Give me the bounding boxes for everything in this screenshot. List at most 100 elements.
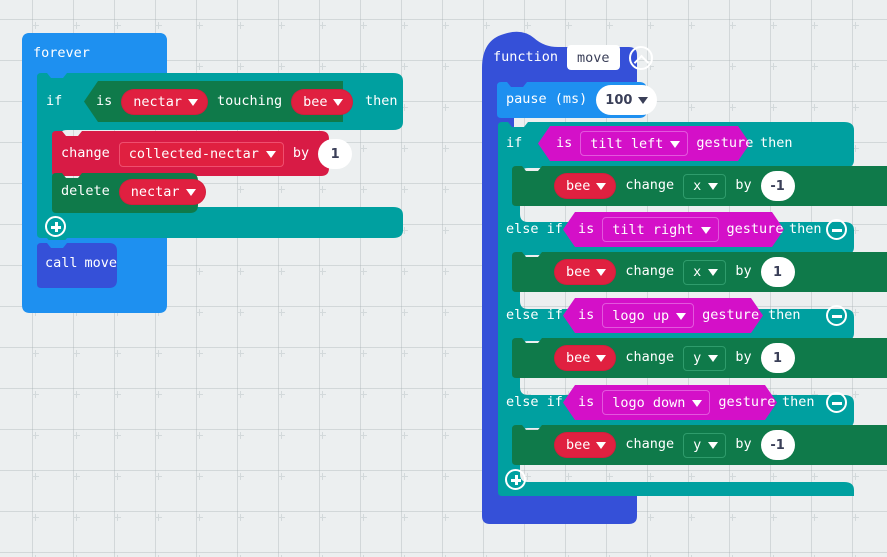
grid-marker	[114, 350, 121, 357]
gesture-dropdown-3[interactable]: logo up	[602, 303, 695, 328]
grid-marker	[155, 391, 162, 398]
grid-marker	[155, 22, 162, 29]
gesture-dropdown-1[interactable]: tilt left	[580, 131, 689, 156]
sprite-dropdown-bee[interactable]: bee	[291, 89, 354, 115]
function-name-field[interactable]: move	[567, 45, 620, 70]
property-dropdown-3[interactable]: y	[683, 345, 727, 371]
change-label-4: change	[625, 436, 675, 453]
change-variable-contents: change collected-nectar by 1	[61, 139, 353, 169]
grid-marker	[401, 350, 408, 357]
grid-marker	[401, 268, 408, 275]
grid-marker	[319, 309, 326, 316]
change-amount-input-2[interactable]: 1	[760, 257, 795, 287]
sprite-dropdown-bee-3[interactable]: bee	[554, 345, 617, 371]
remove-branch-button-4[interactable]	[826, 392, 847, 413]
grid-marker	[442, 473, 449, 480]
gesture-condition-1-contents: is tilt left gesture	[556, 131, 753, 156]
property-dropdown-2[interactable]: x	[683, 259, 727, 285]
grid-marker	[319, 268, 326, 275]
sprite-dropdown-bee-3-value: bee	[566, 350, 591, 366]
gesture-dropdown-1-value: tilt left	[590, 135, 664, 152]
grid-marker	[688, 63, 695, 70]
function-label: function	[493, 48, 559, 65]
pause-label: pause (ms)	[506, 91, 588, 108]
chevron-down-icon	[708, 442, 719, 449]
grid-marker	[73, 514, 80, 521]
variable-dropdown-collected-nectar[interactable]: collected-nectar	[118, 141, 284, 167]
chevron-down-icon	[596, 442, 607, 449]
grid-marker	[319, 391, 326, 398]
grid-marker	[442, 391, 449, 398]
if-label-1: if	[506, 135, 523, 151]
gesture-dropdown-3-value: logo up	[612, 307, 670, 324]
grid-marker	[73, 473, 80, 480]
change-property-1-contents: bee change x by -1	[554, 171, 795, 201]
grid-marker	[237, 63, 244, 70]
function-header-contents: function move	[493, 45, 653, 70]
is-label-1: is	[556, 134, 573, 151]
chevron-down-icon	[676, 312, 687, 320]
pause-duration-dropdown[interactable]: 100	[596, 85, 658, 115]
property-dropdown-1[interactable]: x	[683, 173, 727, 199]
then-label: then	[365, 93, 398, 109]
grid-marker	[114, 432, 121, 439]
grid-marker	[278, 514, 285, 521]
property-dropdown-1-value: x	[693, 178, 702, 194]
change-amount-input-3[interactable]: 1	[760, 343, 795, 373]
sprite-dropdown-bee-4[interactable]: bee	[554, 432, 617, 458]
gesture-dropdown-4-value: logo down	[612, 394, 686, 411]
is-label: is	[96, 93, 113, 110]
sprite-dropdown-bee-2[interactable]: bee	[554, 259, 617, 285]
remove-branch-button-3[interactable]	[826, 305, 847, 326]
change-label-2: change	[625, 263, 675, 280]
add-branch-button-right[interactable]	[505, 469, 526, 490]
change-amount-input[interactable]: 1	[318, 139, 353, 169]
sprite-dropdown-delete-value: nectar	[130, 184, 180, 200]
sprite-dropdown-bee-2-value: bee	[566, 264, 591, 280]
grid-marker	[319, 22, 326, 29]
grid-marker	[319, 63, 326, 70]
then-label-2: then	[789, 221, 822, 237]
call-label: call	[45, 255, 78, 271]
grid-marker	[155, 432, 162, 439]
change-amount-input-1[interactable]: -1	[760, 171, 795, 201]
gesture-label-4: gesture	[718, 393, 776, 410]
grid-marker	[401, 22, 408, 29]
grid-marker	[360, 268, 367, 275]
grid-marker	[196, 63, 203, 70]
grid-marker	[155, 514, 162, 521]
gesture-dropdown-2[interactable]: tilt right	[602, 217, 719, 242]
gesture-dropdown-4[interactable]: logo down	[602, 390, 711, 415]
gesture-condition-2-contents: is tilt right gesture	[578, 217, 783, 242]
by-label-2: by	[735, 263, 752, 280]
chevron-up-circle-icon[interactable]	[628, 45, 653, 70]
add-branch-button-left[interactable]	[45, 216, 66, 237]
chevron-down-icon	[708, 183, 719, 190]
grid-marker	[196, 514, 203, 521]
by-label: by	[292, 145, 310, 162]
touching-label: touching	[217, 93, 283, 110]
grid-marker	[237, 22, 244, 29]
property-dropdown-2-value: x	[693, 264, 702, 280]
remove-branch-button-2[interactable]	[826, 219, 847, 240]
grid-marker	[442, 514, 449, 521]
by-label-1: by	[735, 177, 752, 194]
chevron-down-icon	[265, 151, 276, 158]
gesture-condition-3-contents: is logo up gesture	[578, 303, 759, 328]
sprite-dropdown-nectar[interactable]: nectar	[121, 89, 209, 115]
grid-marker	[811, 22, 818, 29]
grid-marker	[360, 473, 367, 480]
change-label-3: change	[625, 349, 675, 366]
sprite-dropdown-bee-1[interactable]: bee	[554, 173, 617, 199]
property-dropdown-4[interactable]: y	[683, 432, 727, 458]
change-amount-input-4[interactable]: -1	[760, 430, 795, 460]
grid-marker	[278, 309, 285, 316]
grid-marker	[401, 391, 408, 398]
blocks-workspace[interactable]: forever if is nectar touching bee then c…	[0, 0, 887, 557]
grid-marker	[114, 391, 121, 398]
sprite-dropdown-delete-target[interactable]: nectar	[118, 179, 206, 205]
grid-marker	[319, 514, 326, 521]
grid-marker	[852, 22, 859, 29]
grid-marker	[360, 350, 367, 357]
grid-marker	[73, 22, 80, 29]
